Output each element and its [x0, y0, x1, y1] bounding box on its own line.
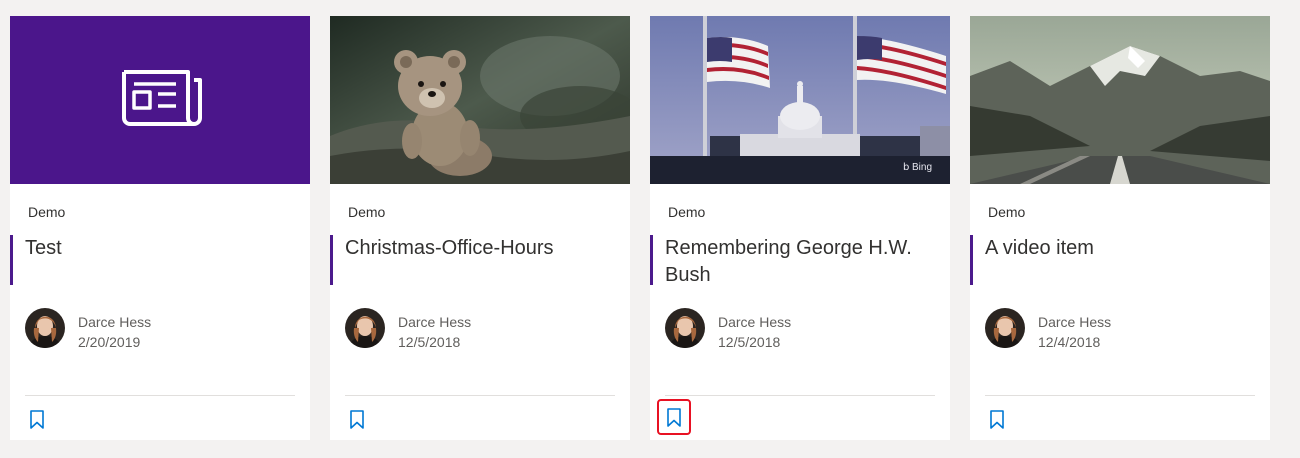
title-accent-bar — [330, 235, 333, 285]
title-accent-bar — [10, 235, 13, 285]
news-card[interactable]: Demo Test Darce Hess 2/20/2019 — [10, 16, 310, 440]
news-card[interactable]: Bing b Demo Remembering George H.W. Bush… — [650, 16, 950, 440]
site-name: Demo — [348, 204, 386, 220]
save-for-later-button[interactable] — [25, 405, 49, 433]
author-name: Darce Hess — [78, 314, 152, 330]
bookmark-icon — [990, 409, 1004, 429]
bookmark-icon — [667, 407, 681, 427]
author-name: Darce Hess — [718, 314, 792, 330]
author-name: Darce Hess — [398, 314, 472, 330]
card-divider — [25, 395, 295, 396]
bing-watermark: Bing — [912, 162, 932, 173]
svg-text:b: b — [903, 162, 909, 173]
publish-date: 12/4/2018 — [1038, 334, 1101, 350]
news-title[interactable]: Christmas-Office-Hours — [345, 235, 615, 262]
save-for-later-button[interactable] — [657, 399, 691, 435]
author-avatar — [665, 308, 705, 348]
news-card[interactable]: Demo A video item Darce Hess 12/4/2018 — [970, 16, 1270, 440]
card-divider — [665, 395, 935, 396]
title-accent-bar — [970, 235, 973, 285]
bookmark-icon — [30, 409, 44, 429]
mountain-road-photo — [970, 16, 1270, 184]
publish-date: 12/5/2018 — [718, 334, 781, 350]
news-title[interactable]: Test — [25, 235, 295, 262]
news-thumbnail[interactable] — [970, 16, 1270, 184]
news-thumbnail[interactable] — [10, 16, 310, 184]
save-for-later-button[interactable] — [985, 405, 1009, 433]
news-thumbnail[interactable]: Bing b — [650, 16, 950, 184]
news-title[interactable]: A video item — [985, 235, 1255, 262]
title-accent-bar — [650, 235, 653, 285]
teddy-bear-photo — [330, 16, 630, 184]
author-name: Darce Hess — [1038, 314, 1112, 330]
site-name: Demo — [28, 204, 66, 220]
author-avatar — [25, 308, 65, 348]
news-thumbnail[interactable] — [330, 16, 630, 184]
capitol-flags-photo: Bing b — [650, 16, 950, 184]
news-card[interactable]: Demo Christmas-Office-Hours Darce Hess 1… — [330, 16, 630, 440]
site-name: Demo — [668, 204, 706, 220]
author-avatar — [345, 308, 385, 348]
publish-date: 12/5/2018 — [398, 334, 461, 350]
news-title[interactable]: Remembering George H.W. Bush — [665, 235, 935, 289]
publish-date: 2/20/2019 — [78, 334, 141, 350]
card-divider — [985, 395, 1255, 396]
site-name: Demo — [988, 204, 1026, 220]
card-divider — [345, 395, 615, 396]
author-avatar — [985, 308, 1025, 348]
bookmark-icon — [350, 409, 364, 429]
save-for-later-button[interactable] — [345, 405, 369, 433]
